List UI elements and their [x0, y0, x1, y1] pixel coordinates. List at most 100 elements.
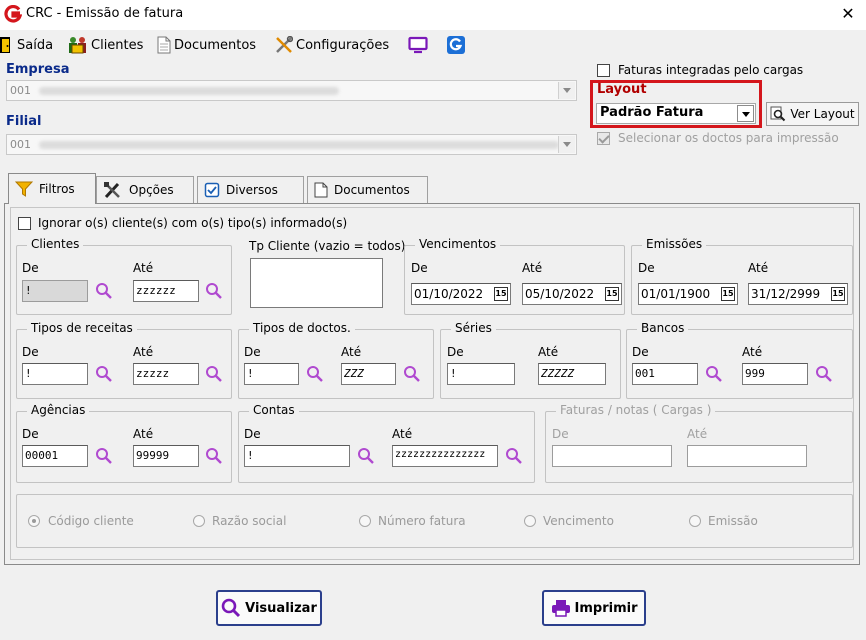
faturas-cargas-ate-input[interactable]	[687, 445, 807, 467]
chevron-down-icon	[558, 82, 575, 99]
document-icon	[314, 182, 328, 198]
printer-icon	[551, 600, 570, 617]
chevron-down-icon	[737, 105, 754, 122]
tab-opcoes[interactable]: Opções	[96, 176, 194, 203]
tipos-doctos-de-input[interactable]: !	[244, 363, 299, 385]
search-icon[interactable]	[205, 365, 223, 383]
series-ate-input[interactable]: ZZZZZ	[538, 363, 606, 385]
bancos-de-label: De	[632, 345, 649, 359]
chevron-down-icon	[558, 136, 575, 153]
tools-icon	[276, 36, 293, 53]
contas-title: Contas	[249, 403, 299, 417]
selecionar-doctos-checkbox[interactable]	[597, 132, 610, 145]
calendar-icon[interactable]: 15	[721, 287, 735, 301]
tipos-doctos-de-label: De	[244, 345, 261, 359]
clientes-ate-input[interactable]: zzzzzz	[133, 280, 199, 302]
toolbar-clientes-label: Clientes	[91, 37, 144, 53]
tab-filtros[interactable]: Filtros	[8, 173, 96, 204]
emissao-ate-input[interactable]: 31/12/2999 15	[748, 283, 848, 305]
document-icon	[157, 36, 171, 54]
search-icon[interactable]	[95, 365, 113, 383]
clientes-de-input[interactable]: !	[22, 280, 88, 302]
faturas-integradas-checkbox[interactable]	[597, 64, 610, 77]
ver-layout-label: Ver Layout	[790, 107, 855, 121]
agencias-ate-input[interactable]: 99999	[133, 445, 199, 467]
clientes-ate-label: Até	[133, 261, 154, 275]
toolbar-g-app[interactable]	[446, 34, 466, 56]
emissoes-ate-label: Até	[748, 261, 769, 275]
window-title: CRC - Emissão de fatura	[26, 6, 184, 21]
search-icon[interactable]	[815, 365, 833, 383]
vencimento-de-input[interactable]: 01/10/2022 15	[411, 283, 511, 305]
tipos-receitas-de-input[interactable]: !	[22, 363, 88, 385]
contas-ate-input[interactable]: zzzzzzzzzzzzzzz	[392, 445, 498, 467]
toolbar-configuracoes[interactable]: Configurações	[275, 34, 389, 56]
tab-opcoes-label: Opções	[129, 183, 174, 197]
calendar-icon[interactable]: 15	[605, 287, 619, 301]
radio-emissao[interactable]	[689, 515, 701, 527]
series-de-input[interactable]: !	[447, 363, 515, 385]
radio-vencimento[interactable]	[524, 515, 536, 527]
ver-layout-button[interactable]: Ver Layout	[766, 102, 859, 126]
tipos-doctos-ate-label: Até	[341, 345, 362, 359]
g-app-icon	[447, 36, 465, 54]
series-title: Séries	[451, 321, 496, 335]
search-icon[interactable]	[205, 282, 223, 300]
search-icon[interactable]	[705, 365, 723, 383]
tipos-receitas-ate-label: Até	[133, 345, 154, 359]
empresa-select[interactable]: 001	[6, 80, 577, 101]
layout-select[interactable]: Padrão Fatura	[596, 103, 756, 124]
tipos-doctos-title: Tipos de doctos.	[249, 321, 355, 335]
bancos-ate-input[interactable]: 999	[742, 363, 808, 385]
search-icon[interactable]	[205, 447, 223, 465]
close-button[interactable]: ✕	[836, 3, 860, 25]
agencias-ate-label: Até	[133, 427, 154, 441]
faturas-cargas-de-label: De	[552, 427, 569, 441]
tab-documentos[interactable]: Documentos	[307, 176, 428, 203]
tools-icon	[104, 182, 120, 199]
calendar-icon[interactable]: 15	[494, 287, 508, 301]
visualizar-button[interactable]: Visualizar	[216, 590, 322, 626]
filial-code: 001	[10, 138, 31, 151]
toolbar-monitor[interactable]	[408, 34, 428, 56]
tipos-receitas-ate-input[interactable]: zzzzz	[133, 363, 199, 385]
faturas-cargas-title: Faturas / notas ( Cargas )	[556, 403, 716, 417]
search-icon[interactable]	[95, 447, 113, 465]
toolbar-documentos[interactable]: Documentos	[157, 34, 256, 56]
vencimento-de-value: 01/10/2022	[414, 287, 484, 301]
empresa-code: 001	[10, 84, 31, 97]
search-icon[interactable]	[403, 365, 421, 383]
imprimir-button[interactable]: Imprimir	[542, 590, 646, 626]
agencias-de-input[interactable]: 00001	[22, 445, 88, 467]
tipos-doctos-ate-input[interactable]: ZZZ	[341, 363, 396, 385]
toolbar-saida[interactable]: Saída	[0, 34, 53, 56]
ignorar-tipos-checkbox[interactable]	[18, 217, 31, 230]
preview-icon	[770, 106, 786, 122]
search-icon[interactable]	[306, 365, 324, 383]
faturas-cargas-de-input[interactable]	[552, 445, 672, 467]
search-icon[interactable]	[95, 282, 113, 300]
emissao-ate-value: 31/12/2999	[751, 287, 821, 301]
monitor-icon	[408, 36, 428, 54]
radio-codigo-cliente-label: Código cliente	[48, 514, 134, 528]
radio-codigo-cliente[interactable]	[28, 515, 40, 527]
emissao-de-value: 01/01/1900	[641, 287, 711, 301]
radio-razao-social[interactable]	[193, 515, 205, 527]
tipo-cliente-input[interactable]	[250, 258, 383, 308]
search-icon[interactable]	[505, 447, 523, 465]
funnel-icon	[15, 181, 33, 197]
filial-select[interactable]: 001	[6, 134, 577, 155]
search-icon[interactable]	[357, 447, 375, 465]
bancos-de-input[interactable]: 001	[632, 363, 698, 385]
radio-numero-fatura[interactable]	[359, 515, 371, 527]
calendar-icon[interactable]: 15	[831, 287, 845, 301]
empresa-label: Empresa	[6, 62, 70, 77]
tab-diversos[interactable]: Diversos	[197, 176, 304, 203]
agencias-de-label: De	[22, 427, 39, 441]
emissao-de-input[interactable]: 01/01/1900 15	[638, 283, 738, 305]
toolbar-clientes[interactable]: Clientes	[68, 34, 143, 56]
vencimento-ate-input[interactable]: 05/10/2022 15	[522, 283, 622, 305]
emissoes-group-title: Emissões	[642, 237, 707, 251]
contas-de-input[interactable]: !	[244, 445, 350, 467]
tipos-receitas-title: Tipos de receitas	[27, 321, 137, 335]
